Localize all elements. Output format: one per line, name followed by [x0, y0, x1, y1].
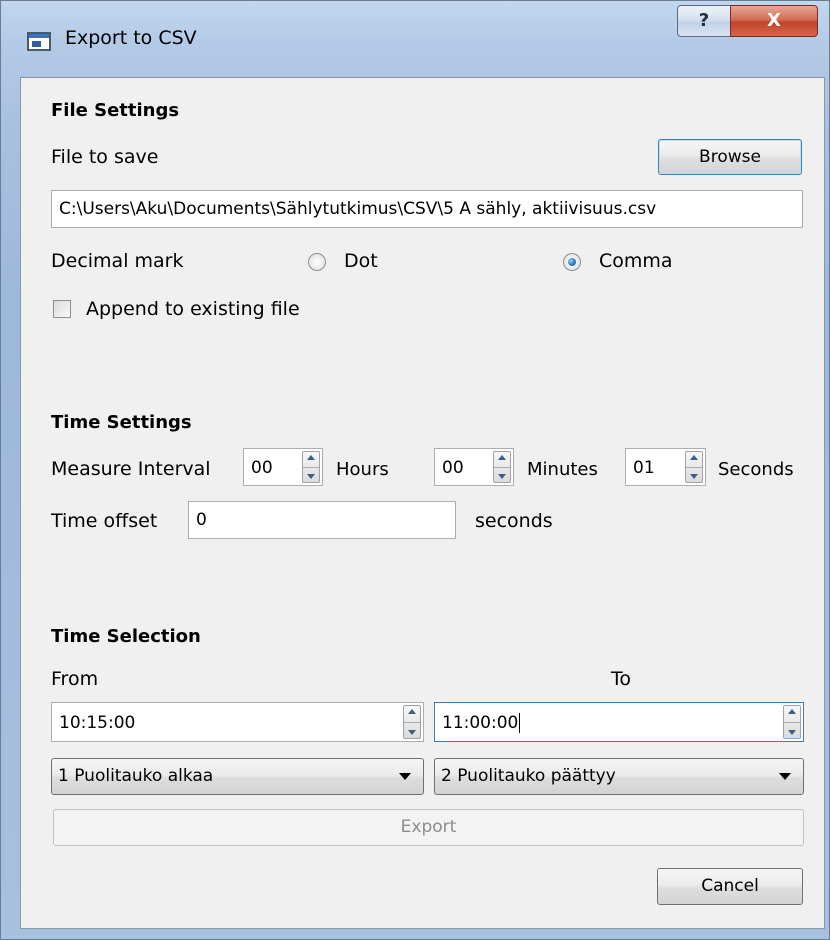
dialog-window: Export to CSV ? X File Settings File to … [0, 0, 830, 940]
browse-button[interactable]: Browse [658, 139, 802, 175]
to-time-edit[interactable]: 11:00:00 [434, 702, 804, 742]
export-button[interactable]: Export [53, 809, 804, 846]
seconds-spinbox[interactable]: 01 [625, 448, 706, 486]
dot-radio-label[interactable]: Dot [344, 250, 378, 272]
dot-radio[interactable] [308, 253, 326, 271]
file-path-input[interactable]: C:\Users\Aku\Documents\Sählytutkimus\CSV… [51, 190, 803, 228]
seconds-spin-arrows[interactable] [685, 451, 703, 483]
chevron-down-icon [779, 773, 791, 780]
time-offset-label: Time offset [51, 510, 158, 532]
seconds-value: 01 [633, 458, 655, 478]
to-event-value: 2 Puolitauko päättyy [441, 766, 616, 786]
to-label: To [611, 668, 632, 690]
from-label: From [51, 668, 99, 690]
comma-radio-label[interactable]: Comma [599, 250, 673, 272]
to-time-spin-arrows[interactable] [783, 705, 801, 739]
measure-interval-label: Measure Interval [51, 458, 211, 480]
seconds-label: Seconds [718, 459, 794, 480]
from-event-dropdown[interactable]: 1 Puolitauko alkaa [51, 758, 424, 795]
append-checkbox[interactable] [53, 300, 71, 318]
file-settings-heading: File Settings [51, 100, 180, 121]
time-selection-heading: Time Selection [51, 626, 201, 647]
hours-spinbox[interactable]: 00 [243, 448, 323, 486]
comma-radio[interactable] [563, 253, 581, 271]
to-time-value: 11:00:00 [442, 713, 519, 733]
minutes-spinbox[interactable]: 00 [434, 448, 514, 486]
minutes-value: 00 [442, 458, 464, 478]
time-settings-heading: Time Settings [51, 412, 192, 433]
dialog-body: File Settings File to save Browse C:\Use… [20, 77, 825, 929]
minutes-label: Minutes [527, 459, 598, 480]
chevron-down-icon [399, 773, 411, 780]
time-offset-input[interactable]: 0 [188, 501, 456, 539]
from-time-value: 10:15:00 [59, 713, 136, 733]
time-offset-unit: seconds [475, 510, 553, 532]
text-cursor [519, 713, 521, 733]
hours-value: 00 [251, 458, 273, 478]
hours-label: Hours [336, 459, 389, 480]
from-event-value: 1 Puolitauko alkaa [58, 766, 214, 786]
to-event-dropdown[interactable]: 2 Puolitauko päättyy [434, 758, 804, 795]
title-bar[interactable]: Export to CSV ? X [1, 1, 829, 77]
minutes-spin-arrows[interactable] [493, 451, 511, 483]
hours-spin-arrows[interactable] [302, 451, 320, 483]
to-time-text-wrap: 11:00:00 [442, 713, 521, 733]
from-time-edit[interactable]: 10:15:00 [51, 702, 424, 742]
from-time-spin-arrows[interactable] [403, 705, 421, 739]
window-title: Export to CSV [65, 27, 197, 49]
close-button[interactable]: X [730, 5, 818, 37]
file-to-save-label: File to save [51, 146, 159, 168]
append-checkbox-label[interactable]: Append to existing file [86, 298, 300, 320]
help-button[interactable]: ? [677, 5, 731, 37]
window-icon [27, 32, 51, 51]
decimal-mark-label: Decimal mark [51, 250, 184, 272]
cancel-button[interactable]: Cancel [657, 868, 803, 905]
